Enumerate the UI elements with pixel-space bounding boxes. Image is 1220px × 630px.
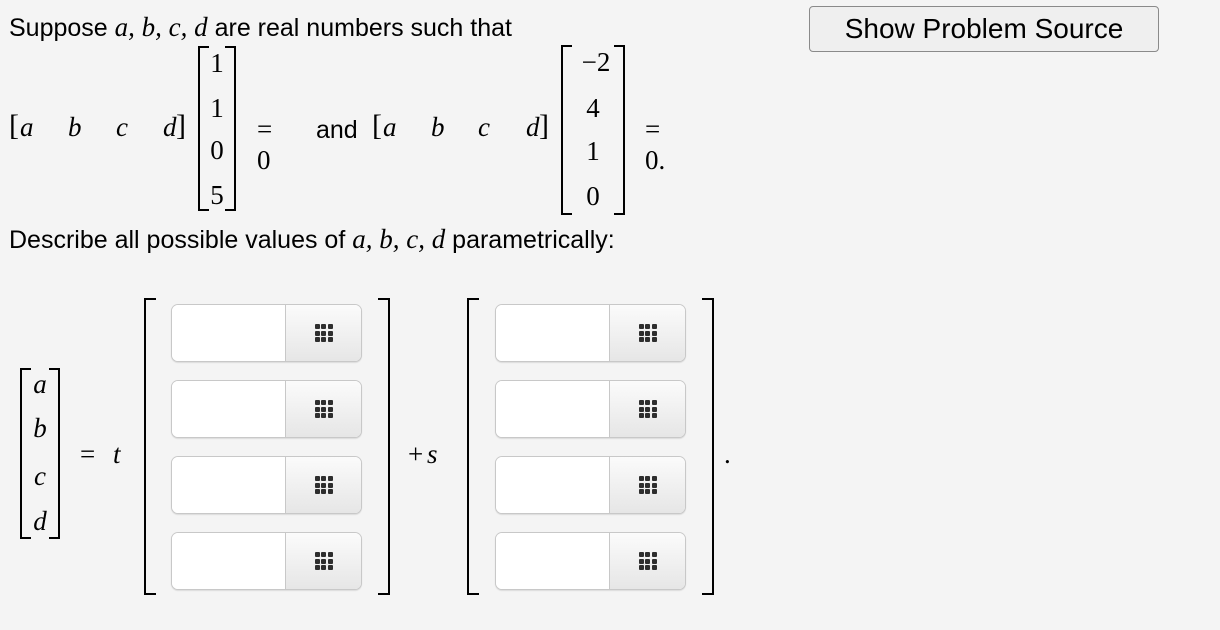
row-entry-a: a: [20, 112, 34, 142]
describe-vars: a, b, c, d: [352, 224, 446, 254]
t-vector-entry-2-field[interactable]: [172, 381, 285, 437]
show-problem-source-button[interactable]: Show Problem Source: [809, 6, 1159, 52]
t-vector-entry-1-palette-button[interactable]: [285, 305, 361, 361]
row-entry-b: b: [68, 112, 82, 142]
t-vector-entry-3-field[interactable]: [172, 457, 285, 513]
grid-icon: [314, 476, 333, 494]
describe-suffix: parametrically:: [452, 226, 615, 254]
column-entry: 0: [210, 135, 224, 165]
s-vector-entry-3-field[interactable]: [496, 457, 609, 513]
s-vector-entry-2-palette-button[interactable]: [609, 381, 685, 437]
s-vector-input-4: [495, 532, 686, 590]
lhs-entry-d: d: [33, 506, 47, 536]
s-vector-left-bracket: [467, 298, 479, 595]
row-entry-c: c: [478, 112, 490, 142]
grid-icon: [638, 324, 657, 342]
t-vector-entry-2-palette-button[interactable]: [285, 381, 361, 437]
equals-sign: =: [80, 439, 96, 469]
s-vector-input-2: [495, 380, 686, 438]
parameter-s: s: [427, 439, 438, 469]
s-vector-right-bracket: [702, 298, 714, 595]
s-vector-entry-2-field[interactable]: [496, 381, 609, 437]
row-entry-d: d: [163, 112, 177, 142]
lhs-entry-b: b: [33, 413, 47, 443]
s-vector-input-1: [495, 304, 686, 362]
intro-prefix: Suppose: [9, 14, 108, 42]
t-vector-left-bracket: [144, 298, 156, 595]
s-vector-input-3: [495, 456, 686, 514]
t-vector-entry-4-field[interactable]: [172, 533, 285, 589]
grid-icon: [314, 552, 333, 570]
lhs-entry-a: a: [33, 369, 47, 399]
t-vector-input-2: [171, 380, 362, 438]
row-entry-b: b: [431, 112, 445, 142]
describe-prefix: Describe all possible values of: [9, 226, 346, 254]
lhs-entry-c: c: [34, 461, 46, 491]
t-vector-entry-1-field[interactable]: [172, 305, 285, 361]
row-vector-right-bracket: ]: [176, 109, 186, 142]
row-entry-a: a: [383, 112, 397, 142]
equation-2-rhs: = 0.: [645, 114, 666, 175]
row-vector-left-bracket: [: [372, 109, 382, 142]
column-entry: 4: [586, 93, 600, 123]
column-entry: −2: [581, 47, 611, 77]
column-entry: 1: [210, 93, 224, 123]
s-vector-entry-1-field[interactable]: [496, 305, 609, 361]
row-entry-d: d: [526, 112, 540, 142]
row-entry-c: c: [116, 112, 128, 142]
grid-icon: [638, 400, 657, 418]
t-vector-entry-4-palette-button[interactable]: [285, 533, 361, 589]
column-entry: 0: [586, 181, 600, 211]
describe-prompt: Describe all possible values of a, b, c,…: [9, 224, 615, 255]
connector-and: and: [316, 116, 358, 144]
t-vector-right-bracket: [378, 298, 390, 595]
column-entry: 5: [210, 180, 224, 210]
row-vector-left-bracket: [: [9, 109, 19, 142]
t-vector-input-1: [171, 304, 362, 362]
problem-intro: Suppose a, b, c, d are real numbers such…: [9, 12, 512, 43]
t-vector-input-4: [171, 532, 362, 590]
s-vector-entry-1-palette-button[interactable]: [609, 305, 685, 361]
t-vector-input-3: [171, 456, 362, 514]
column-entry: 1: [210, 48, 224, 78]
grid-icon: [314, 324, 333, 342]
row-vector-right-bracket: ]: [539, 109, 549, 142]
column-vector-left-bracket: [561, 45, 572, 215]
s-vector-entry-3-palette-button[interactable]: [609, 457, 685, 513]
intro-vars: a, b, c, d: [114, 12, 208, 42]
end-period: .: [724, 439, 731, 469]
plus-sign: +: [408, 439, 424, 469]
t-vector-entry-3-palette-button[interactable]: [285, 457, 361, 513]
parameter-t: t: [113, 439, 121, 469]
equation-1-rhs: = 0: [257, 114, 273, 175]
grid-icon: [314, 400, 333, 418]
intro-suffix: are real numbers such that: [214, 14, 512, 42]
grid-icon: [638, 476, 657, 494]
column-entry: 1: [586, 136, 600, 166]
s-vector-entry-4-field[interactable]: [496, 533, 609, 589]
s-vector-entry-4-palette-button[interactable]: [609, 533, 685, 589]
grid-icon: [638, 552, 657, 570]
